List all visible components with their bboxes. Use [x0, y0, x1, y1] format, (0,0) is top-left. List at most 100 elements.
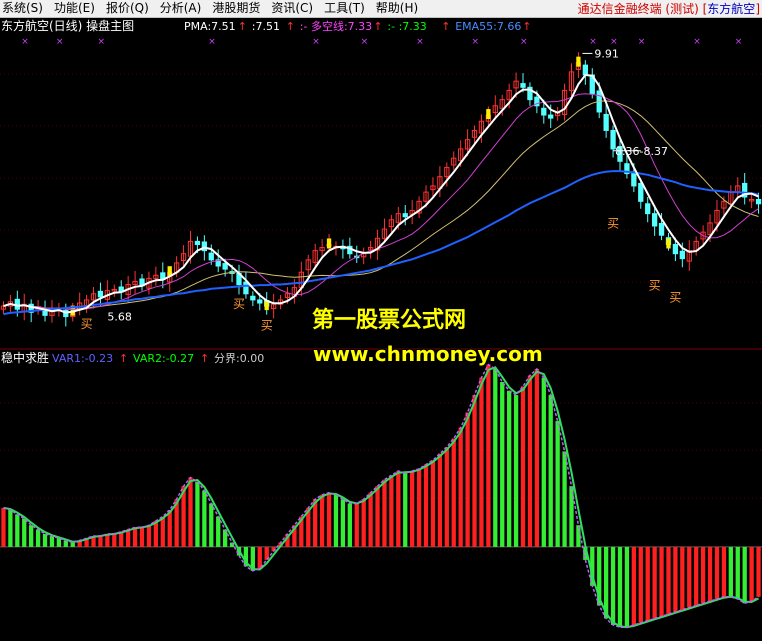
event-x-marker: ×	[693, 37, 701, 47]
watermark-site-name: 第一股票公式网	[312, 308, 467, 333]
sub-pane-title: 稳中求胜	[1, 350, 49, 365]
osc-bar	[617, 546, 623, 628]
candle-body	[755, 198, 762, 205]
candle-body	[194, 240, 201, 245]
candle-body	[638, 182, 644, 202]
menu-function[interactable]: 功能(E)	[52, 0, 104, 17]
osc-bar	[527, 375, 533, 547]
osc-bar	[714, 546, 720, 599]
menu-info[interactable]: 资讯(C)	[269, 0, 322, 17]
osc-bar	[1, 507, 6, 547]
osc-bar	[555, 421, 560, 547]
candle-body	[658, 223, 665, 236]
candle-body	[402, 213, 408, 218]
osc-bar	[513, 395, 519, 547]
osc-bar	[22, 518, 27, 547]
osc-bar	[680, 546, 685, 610]
buy-signal-label: 买	[81, 317, 93, 331]
candle-body	[645, 203, 651, 215]
candle-highlight	[326, 238, 332, 249]
osc-bar	[112, 533, 117, 547]
indicator-label: VAR2:-0.27	[133, 352, 194, 365]
candle-body	[250, 295, 256, 301]
osc-bar	[375, 486, 380, 547]
low-price-label: 5.68	[107, 311, 132, 324]
menu-quote[interactable]: 报价(Q)	[104, 0, 158, 17]
window-title-stock: 东方航空	[707, 2, 756, 16]
var1-line	[3, 363, 759, 628]
osc-bar	[700, 546, 706, 604]
osc-bar	[500, 382, 505, 547]
moving-average-lines	[3, 73, 759, 316]
candle-body	[631, 173, 637, 187]
up-arrow-icon: ↑	[373, 20, 382, 33]
up-arrow-icon: ↑	[286, 20, 295, 33]
watermark-url: www.chnmoney.com	[313, 342, 543, 366]
up-arrow-icon: ↑	[200, 352, 209, 365]
osc-bar	[403, 473, 408, 547]
osc-bar	[742, 546, 747, 604]
candle-body	[672, 243, 679, 255]
osc-bar	[673, 546, 678, 612]
osc-bar	[35, 529, 41, 547]
menu-analysis[interactable]: 分析(A)	[158, 0, 211, 17]
candle-body	[603, 113, 609, 131]
osc-bar	[139, 527, 145, 547]
osc-bar	[132, 527, 138, 547]
osc-bar	[167, 510, 172, 547]
up-arrow-icon: ↑	[441, 20, 450, 33]
osc-bar	[15, 514, 20, 547]
osc-bar	[119, 531, 124, 547]
menu-tools[interactable]: 工具(T)	[322, 0, 374, 17]
var2-line	[3, 366, 759, 629]
indicator-label: :- 多空线:7.33	[300, 19, 372, 33]
osc-bar	[479, 377, 484, 547]
osc-bar	[195, 481, 200, 547]
up-arrow-icon: ↑	[522, 20, 531, 33]
osc-bar	[749, 546, 754, 602]
osc-bar	[368, 492, 373, 547]
osc-bar	[423, 464, 429, 547]
buy-signal-label: 买	[607, 217, 619, 231]
event-x-marker: ×	[97, 37, 105, 47]
candlesticks	[0, 52, 762, 327]
osc-bar	[562, 451, 567, 547]
osc-bar	[437, 453, 443, 547]
osc-bar	[458, 427, 463, 547]
buy-signal-label: 买	[233, 297, 245, 311]
oscillator-bars	[1, 364, 761, 628]
osc-bar	[160, 516, 165, 547]
osc-bar	[707, 546, 713, 602]
osc-bar	[8, 510, 13, 547]
candle-body	[582, 64, 589, 76]
osc-bar	[486, 364, 491, 547]
osc-bar	[756, 546, 761, 597]
menu-system[interactable]: 系统(S)	[0, 0, 52, 17]
osc-bar	[216, 516, 221, 547]
event-x-marker: ×	[56, 37, 64, 47]
candle-body	[520, 83, 526, 88]
osc-bar	[721, 546, 727, 597]
range-price-label: 8.36-8.37	[615, 145, 668, 158]
sub-indicator-legend: VAR1:-0.23 ↑ VAR2:-0.27 ↑ 分界:0.00	[52, 352, 264, 365]
osc-bar	[652, 546, 657, 619]
buy-signal-label: 买	[261, 318, 273, 332]
osc-bar	[534, 369, 540, 547]
osc-bar	[659, 546, 664, 617]
event-x-marker: ×	[520, 37, 528, 47]
osc-bar	[389, 475, 394, 547]
candle-body	[541, 107, 547, 116]
event-x-marker: ×	[735, 37, 743, 47]
menu-hk-futures[interactable]: 港股期货	[210, 0, 269, 17]
indicator-label: VAR1:-0.23	[52, 352, 113, 365]
main-pane-title-text: 东方航空(日线) 操盘主图	[1, 18, 134, 33]
event-x-marker: ×	[610, 37, 618, 47]
indicator-label: EMA55:7.66	[455, 20, 521, 33]
osc-bar	[354, 503, 359, 547]
candle-highlight	[576, 56, 581, 67]
candle-body	[222, 263, 228, 270]
osc-bar	[548, 395, 553, 547]
osc-bar	[569, 486, 574, 547]
menu-help[interactable]: 帮助(H)	[374, 0, 427, 17]
event-x-marker: ×	[361, 37, 369, 47]
